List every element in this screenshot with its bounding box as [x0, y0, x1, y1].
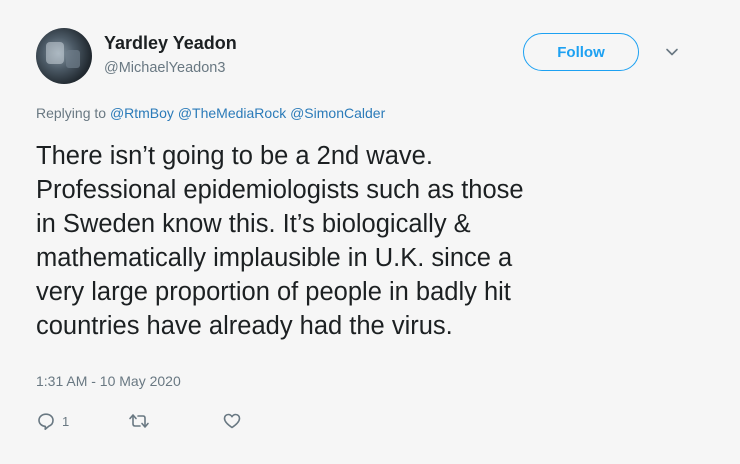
like-button[interactable] [222, 410, 242, 432]
avatar[interactable] [36, 28, 92, 84]
user-handle[interactable]: @MichaelYeadon3 [104, 60, 225, 76]
replying-to-label: Replying to [36, 105, 107, 121]
reply-button[interactable]: 1 [36, 410, 69, 432]
retweet-icon [128, 411, 150, 431]
follow-button[interactable]: Follow [523, 33, 639, 71]
tweet-timestamp[interactable]: 1:31 AM - 10 May 2020 [36, 373, 181, 389]
chevron-down-icon[interactable] [662, 42, 682, 62]
mention-link[interactable]: @TheMediaRock [178, 105, 286, 121]
tweet-text: There isn’t going to be a 2nd wave. Prof… [36, 142, 524, 340]
mention-link[interactable]: @SimonCalder [290, 105, 385, 121]
user-display-name[interactable]: Yardley Yeadon [104, 33, 237, 54]
replying-to-line: Replying to @RtmBoy @TheMediaRock @Simon… [36, 105, 385, 121]
tweet-card: Yardley Yeadon @MichaelYeadon3 Follow Re… [0, 0, 740, 464]
mention-link[interactable]: @RtmBoy [110, 105, 174, 121]
avatar-detail [46, 42, 64, 64]
reply-count: 1 [62, 413, 70, 429]
retweet-button[interactable] [128, 410, 150, 432]
avatar-detail [66, 50, 80, 68]
reply-icon [36, 411, 56, 431]
heart-icon [222, 411, 242, 431]
